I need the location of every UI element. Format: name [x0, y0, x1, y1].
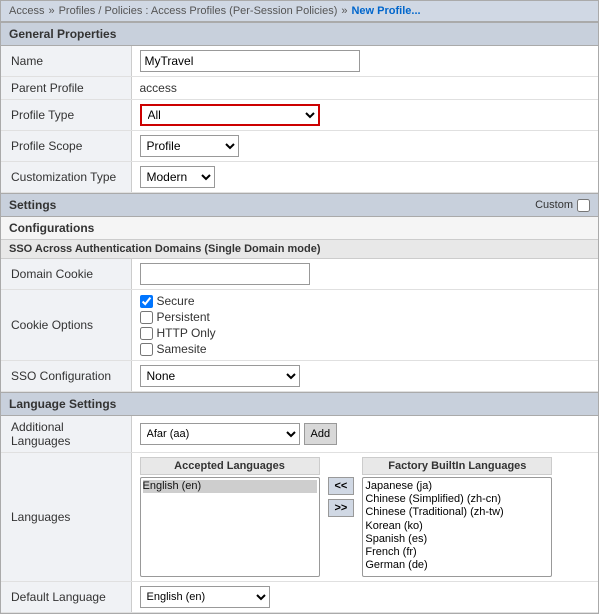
http-only-label: HTTP Only: [157, 326, 216, 340]
additional-languages-label: Additional Languages: [1, 416, 131, 453]
default-language-select[interactable]: English (en) Spanish (es): [140, 586, 270, 608]
secure-label: Secure: [157, 294, 195, 308]
settings-label: Settings: [9, 198, 56, 212]
sso-config-label: SSO Configuration: [1, 361, 131, 392]
secure-checkbox[interactable]: [140, 295, 153, 308]
profile-scope-select[interactable]: Profile Virtual Server: [140, 135, 239, 157]
cookie-options-label: Cookie Options: [1, 290, 131, 361]
general-properties-header: General Properties: [1, 22, 598, 46]
http-only-checkbox[interactable]: [140, 327, 153, 340]
transfer-left-button[interactable]: <<: [328, 477, 355, 495]
breadcrumb-profiles[interactable]: Profiles / Policies : Access Profiles (P…: [59, 5, 338, 17]
accepted-languages-list[interactable]: English (en): [140, 477, 320, 577]
add-language-button[interactable]: Add: [304, 423, 338, 445]
profile-scope-label: Profile Scope: [1, 131, 131, 162]
customization-type-label: Customization Type: [1, 162, 131, 193]
secure-option[interactable]: Secure: [140, 294, 591, 308]
name-input[interactable]: [140, 50, 360, 72]
persistent-option[interactable]: Persistent: [140, 310, 591, 324]
parent-profile-label: Parent Profile: [1, 77, 131, 100]
additional-lang-select[interactable]: Afar (aa) Abkhazian (ab): [140, 423, 300, 445]
default-language-label: Default Language: [1, 582, 131, 613]
profile-type-select[interactable]: All LTM GTM: [140, 104, 320, 126]
domain-cookie-label: Domain Cookie: [1, 259, 131, 290]
languages-label: Languages: [1, 453, 131, 582]
customization-type-select[interactable]: Modern Standard: [140, 166, 215, 188]
domain-cookie-input[interactable]: [140, 263, 310, 285]
settings-bar: Settings Custom: [1, 193, 598, 217]
sso-config-select[interactable]: None Other: [140, 365, 300, 387]
accepted-languages-label: Accepted Languages: [140, 457, 320, 475]
transfer-right-button[interactable]: >>: [328, 499, 355, 517]
samesite-label: Samesite: [157, 342, 207, 356]
samesite-checkbox[interactable]: [140, 343, 153, 356]
custom-checkbox[interactable]: [577, 199, 590, 212]
persistent-checkbox[interactable]: [140, 311, 153, 324]
breadcrumb-new-profile: New Profile...: [351, 5, 420, 17]
factory-languages-label: Factory BuiltIn Languages: [362, 457, 552, 475]
configurations-header: Configurations: [1, 217, 598, 239]
parent-profile-value: access: [131, 77, 598, 100]
language-settings-header: Language Settings: [1, 392, 598, 416]
custom-label: Custom: [535, 199, 573, 211]
http-only-option[interactable]: HTTP Only: [140, 326, 591, 340]
breadcrumb-access[interactable]: Access: [9, 5, 44, 17]
profile-type-label: Profile Type: [1, 100, 131, 131]
factory-languages-list[interactable]: Japanese (ja) Chinese (Simplified) (zh-c…: [362, 477, 552, 577]
sso-header: SSO Across Authentication Domains (Singl…: [1, 239, 598, 259]
name-label: Name: [1, 46, 131, 77]
samesite-option[interactable]: Samesite: [140, 342, 591, 356]
breadcrumb: Access » Profiles / Policies : Access Pr…: [1, 1, 598, 22]
persistent-label: Persistent: [157, 310, 210, 324]
